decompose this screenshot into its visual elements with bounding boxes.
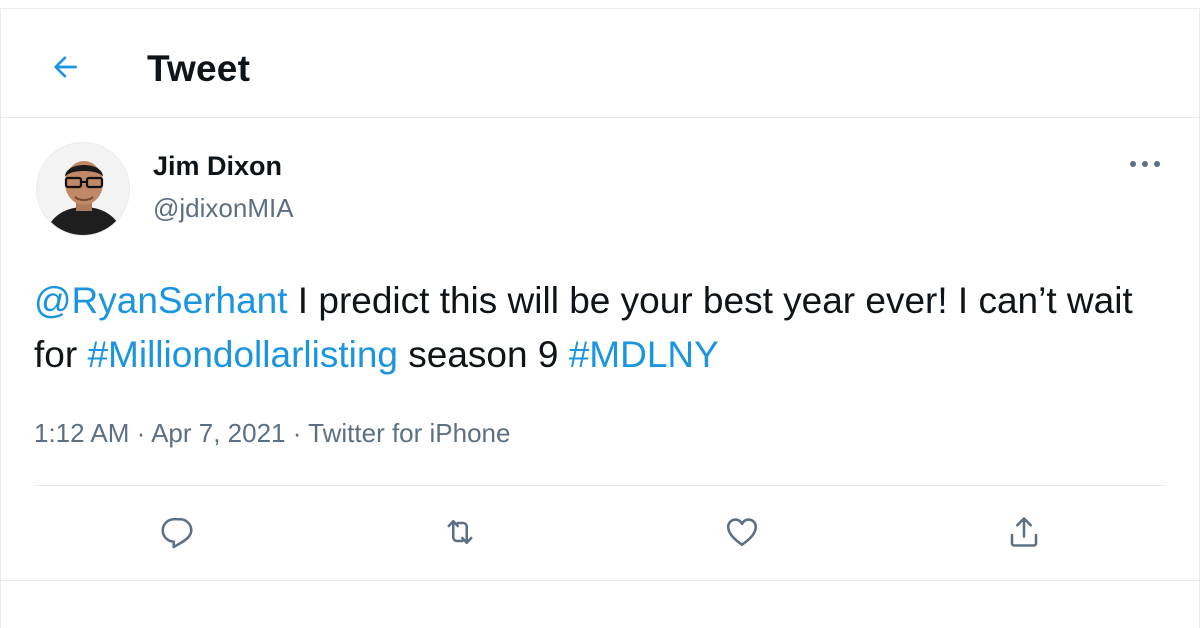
meta-separator: · [285, 418, 309, 448]
more-icon [1127, 156, 1163, 174]
page-title: Tweet [147, 48, 251, 89]
divider [0, 580, 1200, 581]
page-header: Tweet [0, 8, 1200, 118]
arrow-left-icon [49, 51, 81, 88]
hashtag-link[interactable]: #Milliondollarlisting [87, 334, 398, 375]
mention-link[interactable]: @RyanSerhant [34, 280, 288, 321]
tweet-time[interactable]: 1:12 AM [34, 418, 129, 448]
meta-separator: · [129, 418, 152, 448]
retweet-icon [442, 514, 478, 555]
tweet-meta: 1:12 AM · Apr 7, 2021 · Twitter for iPho… [34, 418, 510, 449]
heart-icon [724, 514, 760, 555]
hashtag-link[interactable]: #MDLNY [569, 334, 719, 375]
reply-button[interactable] [155, 512, 199, 556]
back-button[interactable] [40, 44, 90, 94]
like-button[interactable] [720, 512, 764, 556]
avatar[interactable] [36, 142, 130, 236]
author-display-name[interactable]: Jim Dixon [153, 151, 282, 182]
author-handle[interactable]: @jdixonMIA [153, 193, 294, 224]
retweet-button[interactable] [438, 512, 482, 556]
reply-icon [159, 514, 195, 555]
more-button[interactable] [1120, 150, 1170, 180]
tweet-text-segment: season 9 [398, 334, 569, 375]
share-button[interactable] [1002, 512, 1046, 556]
tweet-source-app[interactable]: Twitter for iPhone [308, 418, 510, 448]
tweet-text: @RyanSerhant I predict this will be your… [34, 274, 1164, 382]
divider [34, 485, 1166, 486]
share-icon [1006, 514, 1042, 555]
tweet-date[interactable]: Apr 7, 2021 [151, 418, 285, 448]
